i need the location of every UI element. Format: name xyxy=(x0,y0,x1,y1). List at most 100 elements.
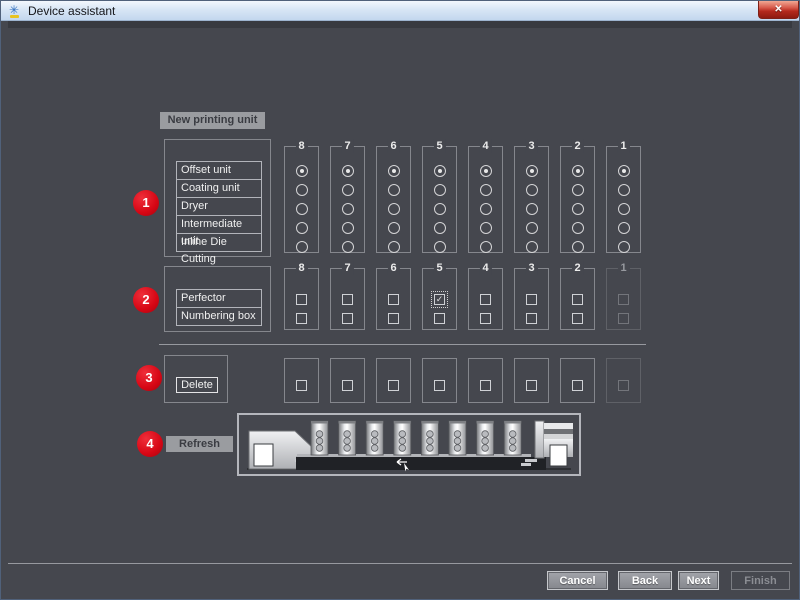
radio-dryer-col-3[interactable] xyxy=(526,203,538,215)
radio-inline-die-cutting-col-2[interactable] xyxy=(572,241,584,253)
option-label-perfector: Perfector xyxy=(176,289,262,308)
column-number-label: 2 xyxy=(571,261,583,275)
content-top-strip xyxy=(8,21,792,28)
radio-intermediate-unit-col-2[interactable] xyxy=(572,222,584,234)
feeder-step xyxy=(521,463,531,466)
checkbox-delete-col-7[interactable] xyxy=(342,380,353,391)
checkbox-numbering-box-col-7[interactable] xyxy=(342,313,353,324)
checkbox-delete-col-4[interactable] xyxy=(480,380,491,391)
radio-offset-unit-col-4[interactable] xyxy=(480,165,492,177)
unit-column-3: 3 xyxy=(514,146,549,253)
radio-intermediate-unit-col-6[interactable] xyxy=(388,222,400,234)
checkbox-perfector-col-4[interactable] xyxy=(480,294,491,305)
refresh-button[interactable]: Refresh xyxy=(166,436,233,452)
radio-offset-unit-col-2[interactable] xyxy=(572,165,584,177)
radio-coating-unit-col-3[interactable] xyxy=(526,184,538,196)
unit-column-6: 6 xyxy=(376,146,411,253)
unit-type-label-dryer: Dryer xyxy=(176,197,262,216)
radio-dryer-col-8[interactable] xyxy=(296,203,308,215)
checkbox-delete-col-5[interactable] xyxy=(434,380,445,391)
printing-tower-1 xyxy=(311,421,328,455)
back-button[interactable]: Back xyxy=(618,571,672,590)
column-number-label: 5 xyxy=(433,261,445,275)
printing-tower-3 xyxy=(366,421,383,455)
radio-coating-unit-col-8[interactable] xyxy=(296,184,308,196)
section-separator xyxy=(159,344,646,345)
column-number-label: 3 xyxy=(525,261,537,275)
unit-column-8: 8 xyxy=(284,146,319,253)
radio-dryer-col-7[interactable] xyxy=(342,203,354,215)
column-number-label: 5 xyxy=(433,139,445,153)
radio-dryer-col-2[interactable] xyxy=(572,203,584,215)
radio-dryer-col-1[interactable] xyxy=(618,203,630,215)
feeder-frame xyxy=(535,421,544,458)
checkbox-numbering-box-col-3[interactable] xyxy=(526,313,537,324)
radio-offset-unit-col-1[interactable] xyxy=(618,165,630,177)
checkbox-perfector-col-7[interactable] xyxy=(342,294,353,305)
options-column-2: 2 xyxy=(560,268,595,330)
radio-intermediate-unit-col-7[interactable] xyxy=(342,222,354,234)
radio-coating-unit-col-5[interactable] xyxy=(434,184,446,196)
checkbox-numbering-box-col-6[interactable] xyxy=(388,313,399,324)
checkbox-numbering-box-col-1 xyxy=(618,313,629,324)
radio-inline-die-cutting-col-4[interactable] xyxy=(480,241,492,253)
checkbox-perfector-col-8[interactable] xyxy=(296,294,307,305)
radio-inline-die-cutting-col-5[interactable] xyxy=(434,241,446,253)
radio-coating-unit-col-2[interactable] xyxy=(572,184,584,196)
checkbox-perfector-col-2[interactable] xyxy=(572,294,583,305)
radio-intermediate-unit-col-8[interactable] xyxy=(296,222,308,234)
radio-intermediate-unit-col-5[interactable] xyxy=(434,222,446,234)
radio-coating-unit-col-6[interactable] xyxy=(388,184,400,196)
options-column-5: 5✓ xyxy=(422,268,457,330)
checkbox-perfector-col-3[interactable] xyxy=(526,294,537,305)
checkbox-delete-col-8[interactable] xyxy=(296,380,307,391)
radio-dryer-col-4[interactable] xyxy=(480,203,492,215)
radio-intermediate-unit-col-4[interactable] xyxy=(480,222,492,234)
radio-intermediate-unit-col-3[interactable] xyxy=(526,222,538,234)
column-number-label: 3 xyxy=(525,139,537,153)
delete-button[interactable]: Delete xyxy=(176,377,218,393)
close-button[interactable]: ✕ xyxy=(758,1,799,19)
press-base-bar xyxy=(296,457,546,470)
column-number-label: 7 xyxy=(341,261,353,275)
radio-inline-die-cutting-col-8[interactable] xyxy=(296,241,308,253)
delete-column-5 xyxy=(422,358,457,403)
checkbox-delete-col-3[interactable] xyxy=(526,380,537,391)
unit-column-5: 5 xyxy=(422,146,457,253)
checkbox-numbering-box-col-5[interactable] xyxy=(434,313,445,324)
title-bar: ✳ Device assistant xyxy=(1,1,799,21)
radio-coating-unit-col-4[interactable] xyxy=(480,184,492,196)
press-diagram xyxy=(237,413,581,476)
radio-intermediate-unit-col-1[interactable] xyxy=(618,222,630,234)
radio-inline-die-cutting-col-6[interactable] xyxy=(388,241,400,253)
radio-offset-unit-col-3[interactable] xyxy=(526,165,538,177)
radio-dryer-col-6[interactable] xyxy=(388,203,400,215)
unit-type-label-coating-unit: Coating unit xyxy=(176,179,262,198)
checkbox-delete-col-6[interactable] xyxy=(388,380,399,391)
checkbox-perfector-col-5[interactable]: ✓ xyxy=(434,294,445,305)
new-printing-unit-label: New printing unit xyxy=(160,112,265,129)
radio-offset-unit-col-7[interactable] xyxy=(342,165,354,177)
checkbox-numbering-box-col-4[interactable] xyxy=(480,313,491,324)
checkbox-perfector-col-6[interactable] xyxy=(388,294,399,305)
checkbox-numbering-box-col-2[interactable] xyxy=(572,313,583,324)
column-number-label: 8 xyxy=(295,139,307,153)
radio-offset-unit-col-5[interactable] xyxy=(434,165,446,177)
radio-inline-die-cutting-col-7[interactable] xyxy=(342,241,354,253)
device-assistant-window: ✳ Device assistant ✕ New printing unit 1… xyxy=(0,0,800,600)
radio-coating-unit-col-1[interactable] xyxy=(618,184,630,196)
radio-coating-unit-col-7[interactable] xyxy=(342,184,354,196)
radio-inline-die-cutting-col-1[interactable] xyxy=(618,241,630,253)
checkbox-numbering-box-col-8[interactable] xyxy=(296,313,307,324)
unit-type-label-offset-unit: Offset unit xyxy=(176,161,262,180)
next-button[interactable]: Next xyxy=(678,571,719,590)
radio-offset-unit-col-6[interactable] xyxy=(388,165,400,177)
radio-inline-die-cutting-col-3[interactable] xyxy=(526,241,538,253)
option-label-numbering-box: Numbering box xyxy=(176,307,262,326)
delete-column-2 xyxy=(560,358,595,403)
checkbox-delete-col-2[interactable] xyxy=(572,380,583,391)
radio-dryer-col-5[interactable] xyxy=(434,203,446,215)
cancel-button[interactable]: Cancel xyxy=(547,571,608,590)
radio-offset-unit-col-8[interactable] xyxy=(296,165,308,177)
column-number-label: 1 xyxy=(617,139,629,153)
